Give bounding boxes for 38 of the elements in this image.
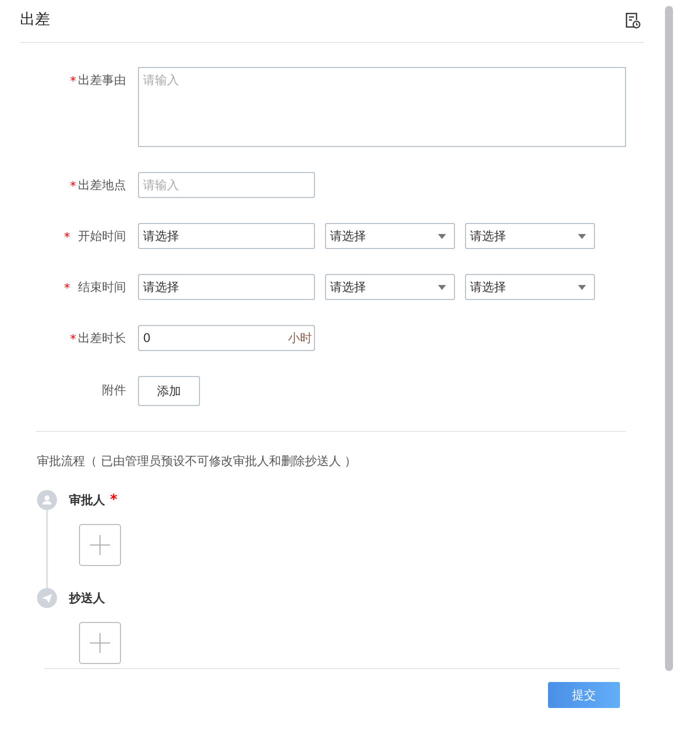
select-field[interactable]: 请选择 [325,274,455,300]
field-label: 开始时间 [78,228,126,245]
input-field[interactable]: 请输入 [138,172,315,198]
required-mark: * [70,178,76,192]
add-person-button[interactable] [79,524,121,566]
field-label: 结束时间 [78,279,126,296]
add-person-button[interactable] [79,622,121,664]
node-label: 抄送人 [69,590,105,606]
scrollbar[interactable] [665,6,673,671]
required-mark: * [64,280,70,294]
add-button[interactable]: 添加 [138,376,200,406]
select-field[interactable]: 请选择 [465,223,595,249]
required-mark: * [70,74,76,88]
plus-icon [90,535,110,555]
field-label: 出差事由 [78,72,126,89]
paper-plane-icon [37,588,57,608]
caret-icon [578,284,586,290]
date-field[interactable]: 请选择 [138,223,315,249]
field-label: 出差时长 [78,330,126,347]
date-field[interactable]: 请选择 [138,274,315,300]
select-field[interactable]: 请选择 [325,223,455,249]
caret-icon [438,284,446,290]
input-field[interactable]: 请输入 [138,67,626,147]
document-clock-icon[interactable] [624,12,641,28]
field-label: 出差地点 [78,177,126,194]
duration-field[interactable]: 0 小时 [138,325,315,351]
required-mark: * [70,332,76,346]
required-mark: * [110,492,118,508]
section-title: 审批流程（ 已由管理员预设不可修改审批人和删除抄送人 ） [37,453,358,470]
caret-icon [438,234,446,238]
plus-icon [90,633,110,653]
required-mark: * [64,230,70,244]
caret-icon [578,234,586,238]
page-title: 出差 [20,10,50,28]
select-field[interactable]: 请选择 [465,274,595,300]
person-icon [37,490,57,510]
field-label: 附件 [102,382,126,399]
node-label: 审批人 [69,492,105,508]
